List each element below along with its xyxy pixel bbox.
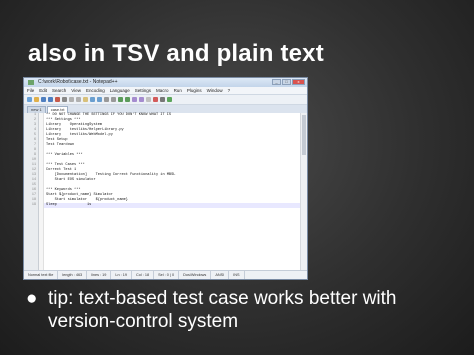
status-bar: Normal text file length : 463 lines : 19… xyxy=(24,270,307,279)
wrap-icon[interactable] xyxy=(132,97,137,102)
scrollbar-thumb[interactable] xyxy=(302,115,306,155)
copy-icon[interactable] xyxy=(76,97,81,102)
minimize-button[interactable]: _ xyxy=(272,79,281,85)
tab-case-txt[interactable]: case.txt xyxy=(46,106,69,113)
zoom-in-icon[interactable] xyxy=(118,97,123,102)
editor-area[interactable]: 1 2 3 4 5 6 7 8 9 10 11 12 13 14 15 16 1… xyxy=(24,113,307,271)
menu-search[interactable]: Search xyxy=(52,87,66,94)
bullet-text: tip: text-based test case works better w… xyxy=(48,288,397,332)
play-macro-icon[interactable] xyxy=(167,97,172,102)
show-all-chars-icon[interactable] xyxy=(139,97,144,102)
window-titlebar: C:\work\Robot\case.txt - Notepad++ _ □ x xyxy=(24,78,307,87)
status-length: length : 463 xyxy=(58,271,88,279)
status-mode: INS xyxy=(229,271,245,279)
menu-bar: File Edit Search View Encoding Language … xyxy=(24,87,307,95)
menu-plugins[interactable]: Plugins xyxy=(187,87,202,94)
toolbar xyxy=(24,95,307,105)
menu-language[interactable]: Language xyxy=(110,87,130,94)
menu-help[interactable]: ? xyxy=(228,87,231,94)
status-file-type: Normal text file xyxy=(24,271,59,279)
status-lines: lines : 19 xyxy=(87,271,112,279)
record-macro-icon[interactable] xyxy=(153,97,158,102)
open-file-icon[interactable] xyxy=(34,97,39,102)
find-icon[interactable] xyxy=(104,97,109,102)
undo-icon[interactable] xyxy=(90,97,95,102)
indent-guide-icon[interactable] xyxy=(146,97,151,102)
notepad-window: C:\work\Robot\case.txt - Notepad++ _ □ x… xyxy=(23,77,308,280)
vertical-scrollbar[interactable] xyxy=(300,113,307,271)
save-all-icon[interactable] xyxy=(48,97,53,102)
save-icon[interactable] xyxy=(41,97,46,102)
redo-icon[interactable] xyxy=(97,97,102,102)
replace-icon[interactable] xyxy=(111,97,116,102)
tab-new-1[interactable]: new 1 xyxy=(27,106,46,113)
line-number-gutter: 1 2 3 4 5 6 7 8 9 10 11 12 13 14 15 16 1… xyxy=(24,113,39,271)
line-number: 19 xyxy=(31,203,36,207)
status-ln: Ln : 19 xyxy=(111,271,133,279)
status-eol: Dos\Windows xyxy=(179,271,212,279)
status-encoding: ANSI xyxy=(211,271,230,279)
menu-encoding[interactable]: Encoding xyxy=(86,87,105,94)
stop-macro-icon[interactable] xyxy=(160,97,165,102)
close-file-icon[interactable] xyxy=(55,97,60,102)
new-file-icon[interactable] xyxy=(27,97,32,102)
current-code-line: Sleep 1s xyxy=(44,203,300,208)
window-title: C:\work\Robot\case.txt - Notepad++ xyxy=(38,79,118,85)
menu-edit[interactable]: Edit xyxy=(39,87,47,94)
print-icon[interactable] xyxy=(62,97,67,102)
menu-window[interactable]: Window xyxy=(207,87,223,94)
paste-icon[interactable] xyxy=(83,97,88,102)
menu-file[interactable]: File xyxy=(27,87,34,94)
menu-macro[interactable]: Macro xyxy=(156,87,169,94)
window-controls: _ □ x xyxy=(272,79,305,85)
menu-view[interactable]: View xyxy=(71,87,81,94)
slide-title: also in TSV and plain text xyxy=(28,40,324,67)
close-button[interactable]: x xyxy=(292,79,305,85)
menu-settings[interactable]: Settings xyxy=(135,87,151,94)
code-text[interactable]: ** DO NOT CHANGE THE SETTINGS IF YOU DON… xyxy=(44,113,300,271)
zoom-out-icon[interactable] xyxy=(125,97,130,102)
status-col: Col : 18 xyxy=(132,271,155,279)
maximize-button[interactable]: □ xyxy=(282,79,291,85)
menu-run[interactable]: Run xyxy=(174,87,182,94)
bullet-icon: ● xyxy=(26,288,38,309)
status-sel: Sel : 0 | 0 xyxy=(154,271,180,279)
cut-icon[interactable] xyxy=(69,97,74,102)
notepadpp-icon xyxy=(28,80,34,85)
